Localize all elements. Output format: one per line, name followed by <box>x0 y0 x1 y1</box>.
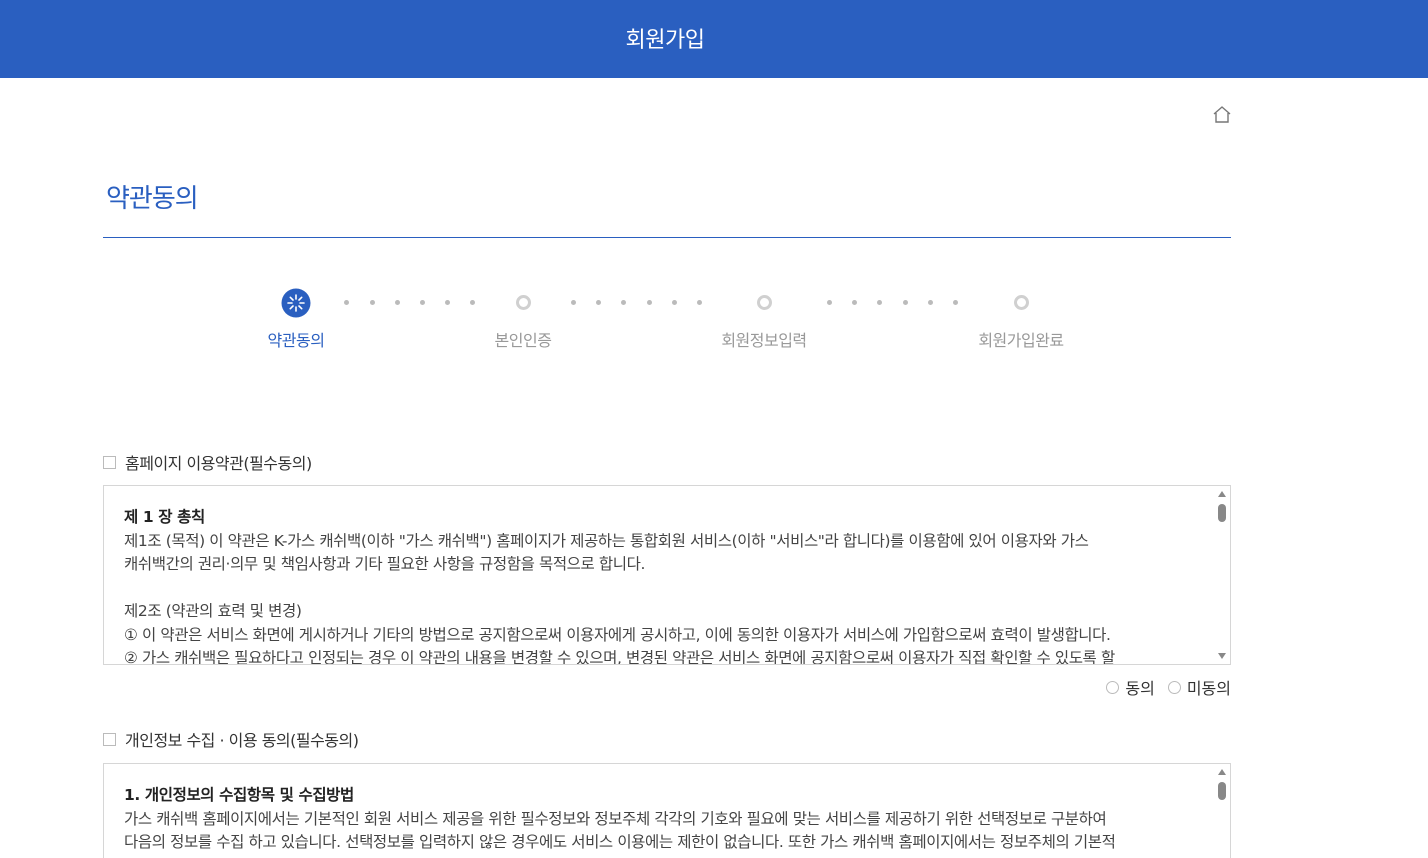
terms1-agreement-options: 동의 미동의 <box>1093 675 1231 699</box>
terms2-label: 개인정보 수집 · 이용 동의(필수동의) <box>125 731 359 750</box>
scrollbar-thumb[interactable] <box>1218 782 1226 800</box>
step-ring-icon <box>516 295 531 310</box>
step-connector-dot <box>621 300 626 305</box>
terms1-checkbox[interactable] <box>103 455 116 469</box>
step-connector-dot <box>395 300 400 305</box>
step-label-member-info: 회원정보입력 <box>721 331 807 350</box>
step-active-icon <box>281 288 311 318</box>
step-connector-dot <box>877 300 882 305</box>
terms2-line: 1. 개인정보의 수집항목 및 수집방법 <box>124 786 354 804</box>
step-connector-dot <box>344 300 349 305</box>
agree-label: 동의 <box>1125 679 1155 698</box>
terms1-line: ① 이 약관은 서비스 화면에 게시하거나 기타의 방법으로 공지함으로써 이용… <box>124 625 1111 644</box>
step-connector-dot <box>953 300 958 305</box>
terms1-line: 제2조 (약관의 효력 및 변경) <box>124 602 302 620</box>
terms2-checkbox-row[interactable]: 개인정보 수집 · 이용 동의(필수동의) <box>103 729 359 750</box>
terms1-line: ② 가스 캐쉬백은 필요하다고 인정되는 경우 이 약관의 내용을 변경할 수 … <box>124 649 1115 665</box>
title-divider <box>103 237 1231 238</box>
radio-circle-icon[interactable] <box>1167 680 1181 694</box>
step-connector-dot <box>697 300 702 305</box>
header-title: 회원가입 <box>625 28 705 53</box>
step-label-terms: 약관동의 <box>267 331 325 350</box>
step-connector-dot <box>571 300 576 305</box>
terms2-checkbox[interactable] <box>103 732 116 746</box>
scroll-up-arrow-icon[interactable] <box>1218 769 1226 775</box>
terms1-textbox[interactable]: 제 1 장 총칙 제1조 (목적) 이 약관은 K-가스 캐쉬백(이하 "가스 … <box>103 485 1231 665</box>
terms1-content: 제 1 장 총칙 제1조 (목적) 이 약관은 K-가스 캐쉬백(이하 "가스 … <box>124 506 1180 665</box>
radio-circle-icon[interactable] <box>1106 680 1120 694</box>
step-connector-dot <box>827 300 832 305</box>
terms1-line: 제1조 (목적) 이 약관은 K-가스 캐쉬백(이하 "가스 캐쉬백") 홈페이… <box>124 531 1089 550</box>
terms1-line <box>124 577 1180 601</box>
scrollbar-thumb[interactable] <box>1218 504 1226 522</box>
agree-radio[interactable]: 동의 <box>1106 675 1155 699</box>
step-connector-dot <box>647 300 652 305</box>
step-connector-dot <box>903 300 908 305</box>
step-connector-dot <box>445 300 450 305</box>
terms2-line: 가스 캐쉬백 홈페이지에서는 기본적인 회원 서비스 제공을 위한 필수정보와 … <box>124 809 1107 828</box>
terms1-label: 홈페이지 이용약관(필수동의) <box>125 454 312 473</box>
page-title: 약관동의 <box>106 184 199 214</box>
step-connector-dot <box>370 300 375 305</box>
scroll-down-arrow-icon[interactable] <box>1218 653 1226 659</box>
step-connector-dot <box>596 300 601 305</box>
step-connector-dot <box>420 300 425 305</box>
terms1-line: 캐쉬백간의 권리·의무 및 책임사항과 기타 필요한 사항을 규정함을 목적으로… <box>124 555 646 573</box>
scroll-up-arrow-icon[interactable] <box>1218 491 1226 497</box>
disagree-radio[interactable]: 미동의 <box>1167 675 1231 699</box>
terms1-line: 제 1 장 총칙 <box>124 508 205 526</box>
step-ring-icon <box>1014 295 1029 310</box>
terms1-scrollbar[interactable] <box>1214 486 1230 664</box>
step-connector-dot <box>928 300 933 305</box>
step-connector-dot <box>672 300 677 305</box>
disagree-label: 미동의 <box>1186 679 1231 698</box>
step-label-verification: 본인인증 <box>494 331 552 350</box>
step-connector-dot <box>470 300 475 305</box>
step-label-complete: 회원가입완료 <box>978 331 1064 350</box>
terms2-content: 1. 개인정보의 수집항목 및 수집방법 가스 캐쉬백 홈페이지에서는 기본적인… <box>124 784 1180 855</box>
top-header-bar: 회원가입 <box>0 0 1428 78</box>
step-ring-icon <box>757 295 772 310</box>
terms2-textbox[interactable]: 1. 개인정보의 수집항목 및 수집방법 가스 캐쉬백 홈페이지에서는 기본적인… <box>103 763 1231 858</box>
terms2-scrollbar[interactable] <box>1214 764 1230 858</box>
home-icon[interactable] <box>1211 104 1233 126</box>
terms2-line: 다음의 정보를 수집 하고 있습니다. 선택정보를 입력하지 않은 경우에도 서… <box>124 833 1116 851</box>
terms1-checkbox-row[interactable]: 홈페이지 이용약관(필수동의) <box>103 452 312 473</box>
step-connector-dot <box>852 300 857 305</box>
